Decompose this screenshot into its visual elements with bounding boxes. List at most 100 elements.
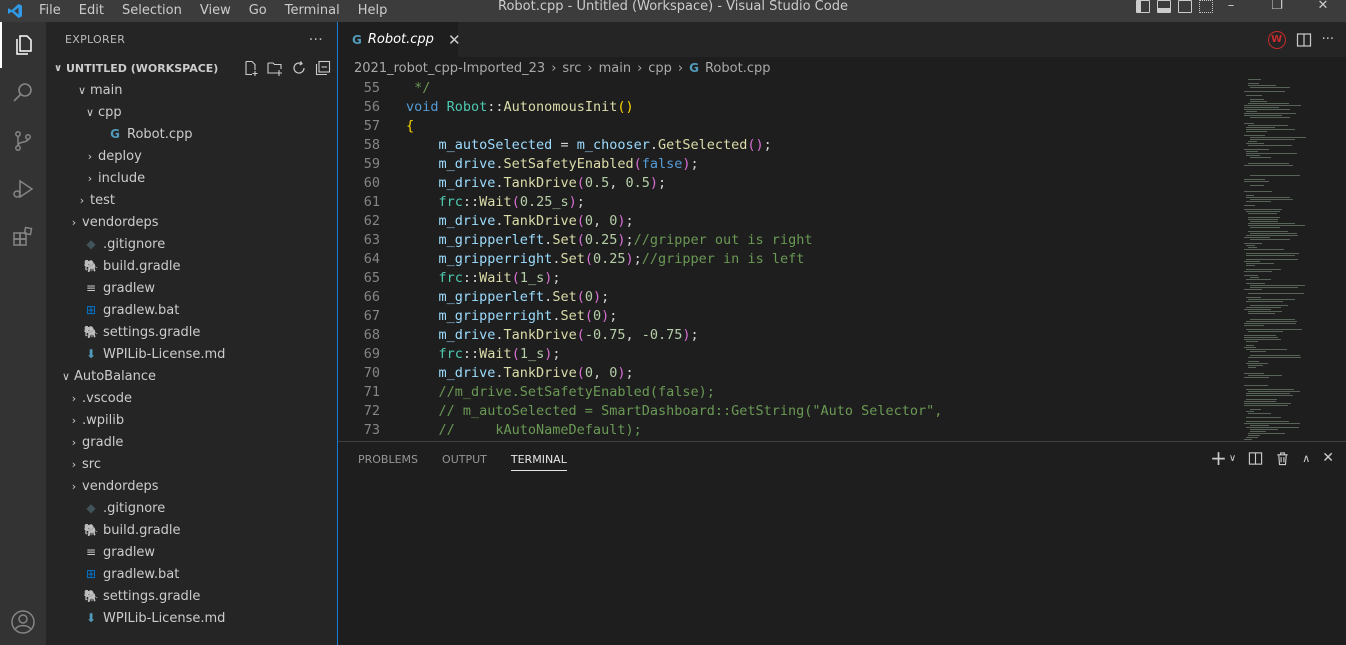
tree-item[interactable]: › test xyxy=(46,189,337,211)
minimap[interactable] xyxy=(1238,79,1338,441)
tree-item[interactable]: ∨ AutoBalance xyxy=(46,365,337,387)
explorer-icon[interactable] xyxy=(0,22,46,68)
window-controls: – ❐ ✕ xyxy=(1208,0,1346,14)
collapse-all-icon[interactable] xyxy=(315,60,331,76)
code-text: m_gripperleft.Set(0); xyxy=(406,288,610,307)
tree-item[interactable]: G Robot.cpp xyxy=(46,123,337,145)
code-token: Set xyxy=(552,232,577,248)
search-icon[interactable] xyxy=(0,70,46,116)
tree-item[interactable]: ≡ gradlew xyxy=(46,541,337,563)
code-line: 62 m_drive.TankDrive(0, 0); xyxy=(338,212,1338,231)
breadcrumb-item[interactable]: src xyxy=(562,61,581,76)
minimize-icon[interactable]: – xyxy=(1208,0,1254,14)
maximize-panel-icon[interactable]: ∧ xyxy=(1302,452,1310,465)
accounts-icon[interactable] xyxy=(0,599,46,645)
tree-item[interactable]: › .wpilib xyxy=(46,409,337,431)
code-token: { xyxy=(406,118,415,134)
code-token: . xyxy=(495,213,504,229)
chevron-right-icon: › xyxy=(587,60,593,76)
code-token: ; xyxy=(609,308,618,324)
tree-item[interactable]: ⬇ WPILib-License.md xyxy=(46,607,337,629)
more-actions-icon[interactable]: ··· xyxy=(1322,32,1334,47)
tree-item[interactable]: 🐘 settings.gradle xyxy=(46,585,337,607)
tree-item-label: Robot.cpp xyxy=(127,126,193,142)
code-token: Robot xyxy=(446,99,488,115)
menu-edit[interactable]: Edit xyxy=(70,0,113,22)
new-terminal-icon[interactable]: + xyxy=(1210,448,1227,468)
trash-icon[interactable] xyxy=(1275,451,1290,466)
chevron-down-icon[interactable]: ∨ xyxy=(1229,453,1236,464)
code-text: m_gripperright.Set(0.25);//gripper in is… xyxy=(406,250,805,269)
tree-item[interactable]: ∨ main xyxy=(46,79,337,101)
tree-item[interactable]: ◆ .gitignore xyxy=(46,233,337,255)
code-token: // kAutoNameDefault); xyxy=(406,422,642,438)
tree-item-label: gradlew.bat xyxy=(103,566,180,582)
tree-item[interactable]: ⊞ gradlew.bat xyxy=(46,299,337,321)
code-text: m_drive.SetSafetyEnabled(false); xyxy=(406,155,699,174)
code-token: ; xyxy=(625,232,634,248)
menu-help[interactable]: Help xyxy=(349,0,397,22)
menu-go[interactable]: Go xyxy=(240,0,276,22)
workspace-header[interactable]: ∨ UNTITLED (WORKSPACE) xyxy=(46,57,337,79)
code-line: 61 frc::Wait(0.25_s); xyxy=(338,193,1338,212)
tree-item[interactable]: › vendordeps xyxy=(46,211,337,233)
tree-item[interactable]: › vendordeps xyxy=(46,475,337,497)
tree-item[interactable]: › gradle xyxy=(46,431,337,453)
menu-terminal[interactable]: Terminal xyxy=(276,0,349,22)
tree-item[interactable]: › deploy xyxy=(46,145,337,167)
tree-item[interactable]: › include xyxy=(46,167,337,189)
toggle-primary-sidebar-icon[interactable] xyxy=(1136,0,1150,13)
restore-icon[interactable]: ❐ xyxy=(1254,0,1300,14)
tree-item[interactable]: ⊞ gradlew.bat xyxy=(46,563,337,585)
run-debug-icon[interactable] xyxy=(0,166,46,212)
breadcrumb-item[interactable]: main xyxy=(599,61,631,76)
tree-item[interactable]: ◆ .gitignore xyxy=(46,497,337,519)
tree-item-label: main xyxy=(90,82,123,98)
tree-item[interactable]: 🐘 build.gradle xyxy=(46,255,337,277)
menu-view[interactable]: View xyxy=(191,0,240,22)
split-editor-icon[interactable] xyxy=(1296,32,1312,48)
split-terminal-icon[interactable] xyxy=(1248,451,1263,466)
tree-item[interactable]: ≡ gradlew xyxy=(46,277,337,299)
close-tab-icon[interactable]: ✕ xyxy=(448,31,461,49)
code-text: frc::Wait(1_s); xyxy=(406,345,561,364)
new-file-icon[interactable] xyxy=(243,60,259,76)
source-control-icon[interactable] xyxy=(0,118,46,164)
close-window-icon[interactable]: ✕ xyxy=(1300,0,1346,14)
more-actions-icon[interactable]: ··· xyxy=(309,32,323,48)
tab-terminal[interactable]: TERMINAL xyxy=(510,453,567,471)
extensions-icon[interactable] xyxy=(0,214,46,260)
code-text: m_drive.TankDrive(0, 0); xyxy=(406,212,634,231)
menu-file[interactable]: File xyxy=(30,0,70,22)
tree-item[interactable]: ⬇ WPILib-License.md xyxy=(46,343,337,365)
chevron-right-icon: › xyxy=(637,60,643,76)
breadcrumb-item[interactable]: 2021_robot_cpp-Imported_23 xyxy=(354,61,545,76)
tab-robot-cpp[interactable]: G Robot.cpp ✕ xyxy=(338,22,461,57)
menu-selection[interactable]: Selection xyxy=(113,0,191,22)
refresh-icon[interactable] xyxy=(291,60,307,76)
tree-item[interactable]: › .vscode xyxy=(46,387,337,409)
code-token: . xyxy=(649,137,658,153)
close-panel-icon[interactable]: ✕ xyxy=(1322,450,1334,466)
code-editor[interactable]: 55 */56 void Robot::AutonomousInit() 57{58… xyxy=(338,79,1346,441)
new-folder-icon[interactable] xyxy=(267,60,283,76)
breadcrumb-item[interactable]: cpp xyxy=(648,61,672,76)
code-line: 67 m_gripperright.Set(0); xyxy=(338,307,1338,326)
tree-item[interactable]: ∨ cpp xyxy=(46,101,337,123)
tab-output[interactable]: OUTPUT xyxy=(442,453,487,466)
code-line: 55 */ xyxy=(338,79,1338,98)
tab-problems[interactable]: PROBLEMS xyxy=(358,453,418,466)
tree-item[interactable]: 🐘 settings.gradle xyxy=(46,321,337,343)
code-token: m_gripperright xyxy=(406,308,553,324)
line-number: 61 xyxy=(363,194,380,210)
line-number: 57 xyxy=(363,118,380,134)
tree-item[interactable]: › src xyxy=(46,453,337,475)
tree-item[interactable]: 🐘 build.gradle xyxy=(46,519,337,541)
wpilib-icon[interactable]: W xyxy=(1267,30,1286,49)
code-token: m_chooser xyxy=(576,137,650,153)
code-token: m_drive xyxy=(406,327,496,343)
toggle-secondary-sidebar-icon[interactable] xyxy=(1178,0,1192,13)
code-line: 56 void Robot::AutonomousInit() xyxy=(338,98,1338,117)
toggle-panel-icon[interactable] xyxy=(1157,0,1171,13)
breadcrumb-item[interactable]: Robot.cpp xyxy=(705,61,771,76)
